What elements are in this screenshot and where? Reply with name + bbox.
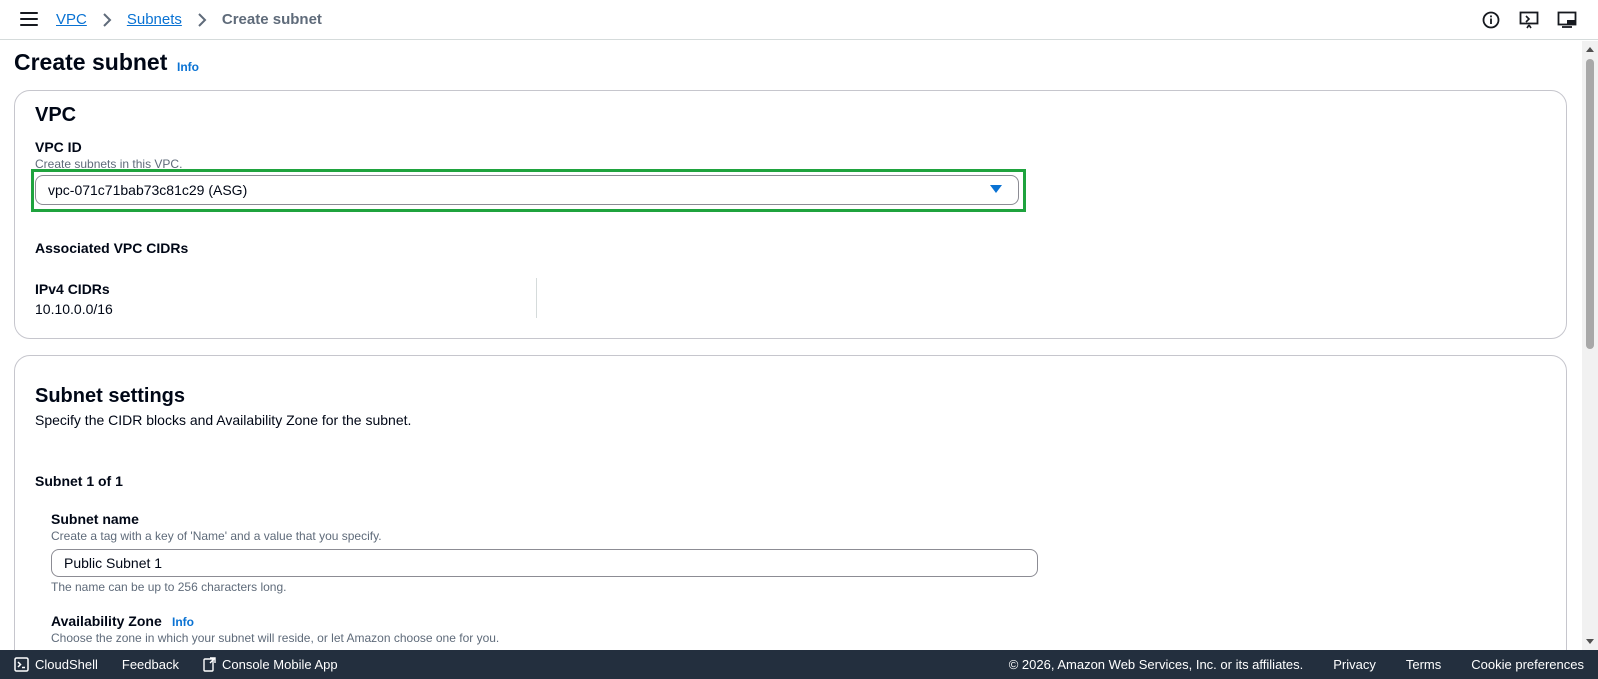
scroll-up-arrow-icon[interactable] bbox=[1586, 47, 1594, 52]
console-footer: CloudShell Feedback Console Mobile App ©… bbox=[0, 650, 1598, 679]
scroll-thumb[interactable] bbox=[1586, 59, 1594, 349]
terminal-icon bbox=[14, 657, 29, 672]
subnet-name-description: Create a tag with a key of 'Name' and a … bbox=[51, 529, 382, 543]
availability-zone-label: Availability Zone bbox=[51, 613, 162, 629]
hamburger-menu-icon[interactable] bbox=[20, 12, 38, 26]
cloudshell-label: CloudShell bbox=[35, 657, 98, 672]
feedback-button[interactable]: Feedback bbox=[122, 657, 179, 672]
mobile-app-icon bbox=[203, 657, 216, 672]
feedback-label: Feedback bbox=[121, 657, 179, 672]
footer-right-group: © 2026, Amazon Web Services, Inc. or its… bbox=[1009, 650, 1584, 679]
scroll-down-arrow-icon[interactable] bbox=[1586, 639, 1594, 644]
breadcrumb-current: Create subnet bbox=[221, 11, 322, 28]
main-content: Create subnet Info VPC VPC ID Create sub… bbox=[0, 41, 1582, 650]
availability-zone-info-link[interactable]: Info bbox=[172, 615, 194, 629]
console-mobile-app-button[interactable]: Console Mobile App bbox=[203, 657, 338, 672]
vpc-panel: VPC VPC ID Create subnets in this VPC. v… bbox=[14, 90, 1567, 339]
chevron-right-icon bbox=[99, 12, 115, 28]
subnet-name-label: Subnet name bbox=[51, 511, 139, 527]
subnet-settings-description: Specify the CIDR blocks and Availability… bbox=[35, 412, 412, 428]
cloudshell-button[interactable]: CloudShell bbox=[14, 657, 98, 672]
copyright-text: © 2026, Amazon Web Services, Inc. or its… bbox=[1008, 657, 1304, 672]
vpc-id-label: VPC ID bbox=[35, 139, 82, 155]
subnet-settings-panel: Subnet settings Specify the CIDR blocks … bbox=[14, 355, 1567, 650]
breadcrumb-vpc-link[interactable]: VPC bbox=[56, 11, 87, 28]
vpc-id-selected-value: vpc-071c71bab73c81c29 (ASG) bbox=[48, 182, 248, 198]
breadcrumb: VPC Subnets Create subnet bbox=[56, 11, 322, 28]
info-circle-icon[interactable] bbox=[1480, 9, 1502, 31]
vpc-panel-title: VPC bbox=[35, 104, 77, 126]
breadcrumb-subnets-link[interactable]: Subnets bbox=[127, 11, 182, 28]
console-mobile-app-label: Console Mobile App bbox=[221, 657, 338, 672]
subnet-name-input[interactable]: Public Subnet 1 bbox=[51, 549, 1038, 577]
subnet-settings-title: Subnet settings bbox=[35, 385, 186, 407]
split-panel-icon[interactable] bbox=[1556, 9, 1578, 31]
page-info-link[interactable]: Info bbox=[177, 60, 199, 74]
footer-left-group: CloudShell Feedback Console Mobile App bbox=[14, 650, 338, 679]
feedback-screen-icon[interactable] bbox=[1518, 9, 1540, 31]
page-title: Create subnet bbox=[14, 49, 168, 75]
ipv4-cidrs-value: 10.10.0.0/16 bbox=[35, 301, 113, 317]
vpc-id-select[interactable]: vpc-071c71bab73c81c29 (ASG) bbox=[35, 175, 1019, 205]
caret-down-icon bbox=[990, 185, 1002, 193]
terms-link[interactable]: Terms bbox=[1406, 657, 1441, 672]
cookie-preferences-link[interactable]: Cookie preferences bbox=[1471, 657, 1584, 672]
chevron-right-icon bbox=[194, 12, 210, 28]
column-divider bbox=[536, 278, 537, 318]
top-utility-icons bbox=[1480, 9, 1578, 31]
associated-cidrs-heading: Associated VPC CIDRs bbox=[35, 240, 189, 256]
top-navigation-bar: VPC Subnets Create subnet bbox=[0, 0, 1598, 40]
subnet-counter: Subnet 1 of 1 bbox=[35, 473, 123, 489]
privacy-link[interactable]: Privacy bbox=[1333, 657, 1376, 672]
vertical-scrollbar[interactable] bbox=[1582, 41, 1598, 650]
ipv4-cidrs-label: IPv4 CIDRs bbox=[35, 281, 110, 297]
subnet-name-hint: The name can be up to 256 characters lon… bbox=[51, 580, 287, 594]
availability-zone-description: Choose the zone in which your subnet wil… bbox=[51, 631, 500, 645]
